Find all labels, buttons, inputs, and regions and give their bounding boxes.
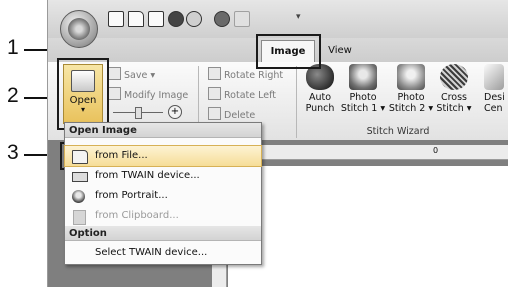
design-center-label: Desi [484, 92, 505, 103]
app-logo-icon [68, 18, 90, 40]
design-canvas[interactable] [228, 166, 508, 287]
auto-punch-button[interactable]: Auto Punch [300, 64, 340, 114]
callout-number-2: 2 [7, 84, 19, 107]
callout-number-1: 1 [7, 36, 19, 59]
strawberry-icon [440, 64, 468, 90]
new-document-icon[interactable] [108, 11, 124, 27]
callout-number-3: 3 [7, 141, 19, 164]
redo-icon[interactable] [234, 11, 250, 27]
title-bar: ▾ [48, 0, 508, 48]
auto-punch-label-2: Punch [305, 103, 335, 114]
menu-header-open-image: Open Image [65, 123, 261, 138]
increase-transparency-button[interactable]: + [168, 105, 182, 119]
ruler-mark-0: 0 [433, 146, 439, 155]
highlight-box-open-button [57, 58, 109, 130]
cross-stitch-button[interactable]: Cross Stitch ▾ [434, 64, 474, 114]
application-menu-button[interactable] [60, 10, 98, 48]
settings-icon[interactable] [186, 11, 202, 27]
photo-stitch-1-label: Photo [349, 92, 377, 103]
save-image-icon [108, 67, 121, 80]
cross-stitch-label: Cross [440, 92, 468, 103]
clipboard-icon [73, 210, 86, 225]
rotate-right-label: Rotate Right [224, 70, 284, 81]
rotate-left-icon [208, 87, 221, 100]
save-image-button: Save ▾ [108, 67, 155, 81]
undo-icon[interactable] [214, 11, 230, 27]
open-image-menu: Open Image from File... from TWAIN devic… [64, 122, 262, 265]
delete-icon [208, 107, 221, 120]
photo-stitch-2-label-2: Stitch 2 ▾ [388, 103, 434, 114]
rotate-right-icon [208, 67, 221, 80]
delete-button: Delete [208, 107, 255, 121]
open-folder-icon[interactable] [128, 11, 144, 27]
folder-icon [72, 150, 88, 164]
portrait-photo-icon [349, 64, 377, 90]
menu-item-label: from TWAIN device... [95, 170, 200, 181]
photo-stitch-2-label: Photo [397, 92, 425, 103]
rotate-left-label: Rotate Left [224, 90, 276, 101]
rotate-left-button: Rotate Left [208, 87, 276, 101]
horizontal-ruler: 50 0 [228, 145, 508, 160]
stitch-wizard-group-label: Stitch Wizard [366, 126, 430, 137]
quick-access-more-button[interactable]: ▾ [296, 12, 301, 22]
portrait-photo-icon [397, 64, 425, 90]
ribbon-separator [296, 66, 297, 138]
highlight-box-image-tab [256, 34, 321, 69]
design-center-label-2: Cen [484, 103, 503, 114]
rotate-right-button: Rotate Right [208, 67, 283, 81]
portrait-icon [72, 190, 85, 203]
scanner-icon [72, 172, 88, 182]
delete-label: Delete [224, 110, 256, 121]
circle-icon[interactable] [168, 11, 184, 27]
menu-item-from-twain[interactable]: from TWAIN device... [65, 166, 261, 186]
menu-item-label: from File... [95, 150, 148, 161]
menu-item-label: from Portrait... [95, 190, 168, 201]
save-icon[interactable] [148, 11, 164, 27]
save-image-label: Save ▾ [124, 70, 156, 81]
design-center-button[interactable]: Desi Cen [478, 64, 508, 114]
modify-image-icon [108, 87, 121, 100]
menu-header-option: Option [65, 226, 261, 241]
menu-item-select-twain[interactable]: Select TWAIN device... [65, 243, 261, 263]
menu-item-from-clipboard[interactable]: from Clipboard... [65, 206, 261, 226]
modify-image-button: Modify Image [108, 87, 188, 101]
photo-stitch-1-label-2: Stitch 1 ▾ [340, 103, 386, 114]
menu-item-label: Select TWAIN device... [95, 247, 208, 258]
pencil-icon [484, 64, 504, 90]
modify-image-label: Modify Image [124, 90, 189, 101]
menu-item-from-portrait[interactable]: from Portrait... [65, 186, 261, 206]
auto-punch-label: Auto [308, 92, 332, 103]
cross-stitch-label-2: Stitch ▾ [436, 103, 472, 114]
menu-item-label: from Clipboard... [95, 210, 179, 221]
photo-stitch-1-button[interactable]: Photo Stitch 1 ▾ [340, 64, 386, 114]
photo-stitch-2-button[interactable]: Photo Stitch 2 ▾ [388, 64, 434, 114]
slider-thumb[interactable] [135, 107, 142, 119]
menu-item-from-file[interactable]: from File... [64, 145, 262, 167]
tab-view[interactable]: View [320, 40, 360, 62]
